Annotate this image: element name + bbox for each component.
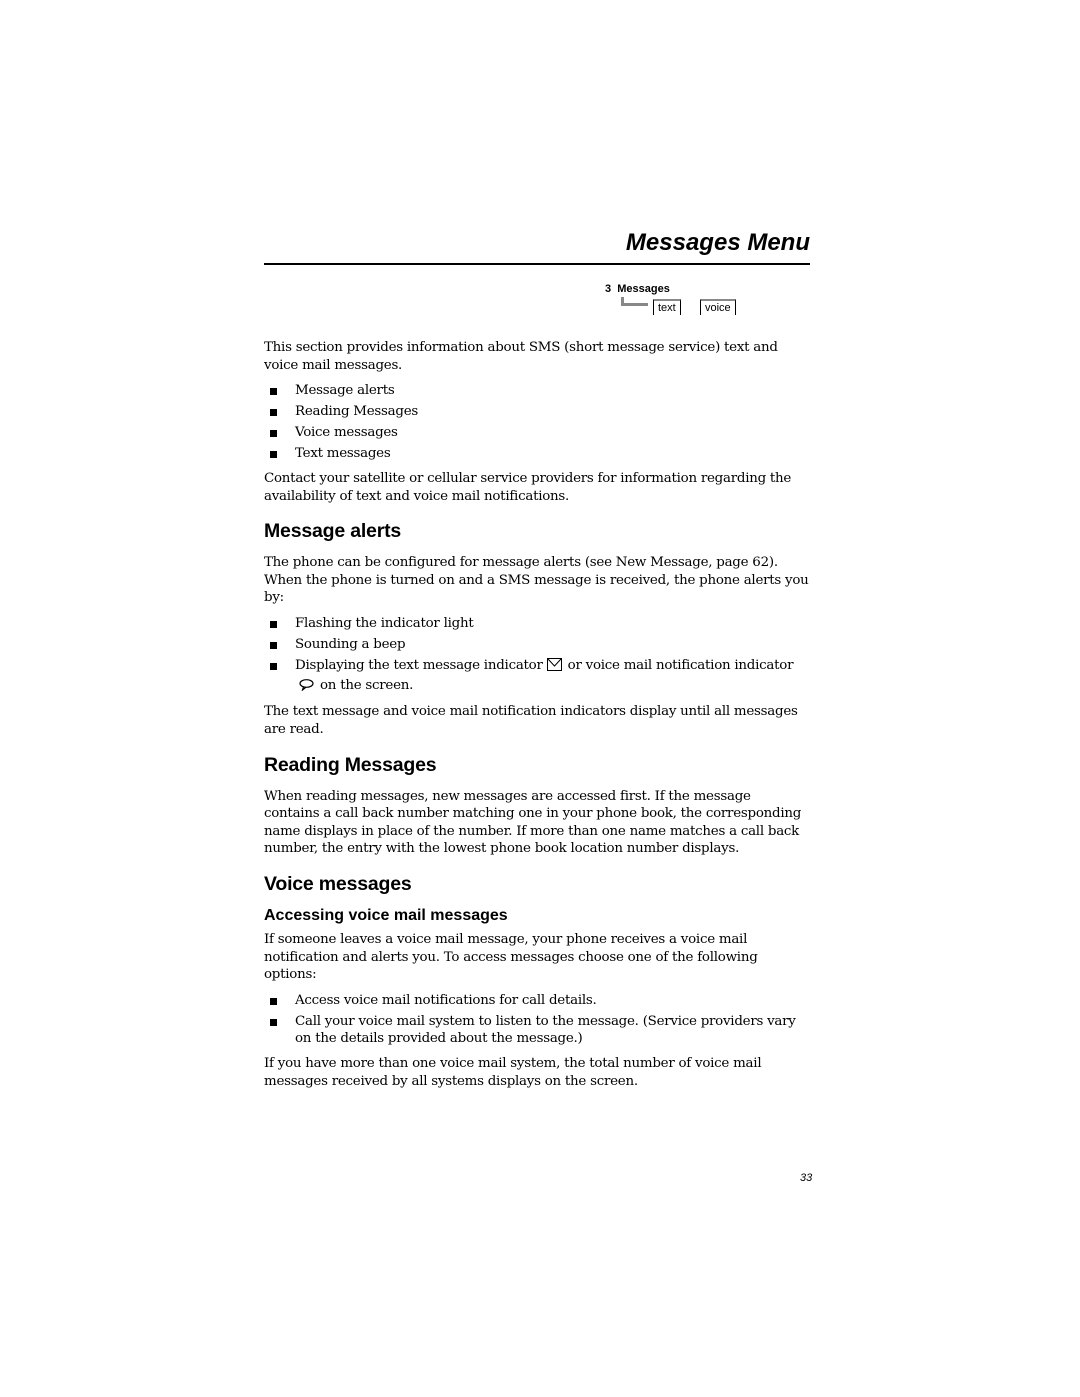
bullet-icon [270,388,277,396]
bullet-icon [270,1018,277,1026]
list-item: Voice messages [264,424,810,442]
list-item: Access voice mail notifications for call… [264,992,810,1010]
list-item: Text messages [264,445,810,463]
voice-options-list: Access voice mail notifications for call… [264,992,810,1048]
list-item-text: Text messages [295,446,391,462]
menu-name: Messages [617,283,670,295]
list-item-text: Call your voice mail system to listen to… [295,1013,796,1047]
intro-topic-list: Message alerts Reading Messages Voice me… [264,382,810,463]
list-item-text: Message alerts [295,383,395,399]
contact-note: Contact your satellite or cellular servi… [264,471,792,504]
menu-map-label: 3 Messages [605,283,670,295]
list-item-text: Sounding a beep [295,637,406,653]
heading-accessing-voice-mail: Accessing voice mail messages [264,906,508,924]
heading-message-alerts: Message alerts [264,520,402,543]
bullet-icon [270,997,277,1005]
voice-messages-paragraph: If someone leaves a voice mail message, … [264,931,758,983]
chapter-title: Messages Menu [625,229,810,256]
content: This section provides information about … [264,339,810,1098]
list-item-text: or voice mail notification indicator [567,658,794,674]
indicators-note: The text message and voice mail notifica… [264,704,798,737]
list-item-text: on the screen. [320,677,414,693]
heading-reading-messages: Reading Messages [264,753,437,776]
envelope-icon [546,658,562,677]
list-item-text: Access voice mail notifications for call… [295,992,597,1008]
list-item: Flashing the indicator light [264,615,810,633]
page-number: 33 [800,1172,813,1184]
reading-messages-paragraph: When reading messages, new messages are … [264,788,802,857]
list-item: Message alerts [264,382,810,400]
message-alerts-paragraph: The phone can be configured for message … [264,555,809,606]
menu-number: 3 [605,283,612,295]
list-item-text: Displaying the text message indicator [295,658,543,674]
speech-bubble-icon [299,678,314,697]
list-item: Displaying the text message indicator or … [264,657,810,696]
list-item-text: Flashing the indicator light [295,616,474,632]
menu-map: 3 Messages text voice [605,283,755,319]
heading-voice-messages: Voice messages [264,872,412,895]
list-item: Sounding a beep [264,636,810,654]
intro-paragraph: This section provides information about … [264,340,778,373]
list-item-text: Reading Messages [295,404,419,420]
list-item: Reading Messages [264,403,810,421]
bullet-icon [270,409,277,417]
title-rule [264,263,810,265]
list-item-text: Voice messages [295,425,398,441]
softkey-voice: voice [700,299,736,315]
bullet-icon [270,663,277,671]
bullet-icon [270,621,277,629]
softkey-text: text [653,299,681,315]
bullet-icon [270,430,277,438]
multiple-systems-note: If you have more than one voice mail sys… [264,1056,762,1089]
bullet-icon [270,642,277,650]
menu-tree-connector-icon [621,297,648,306]
bullet-icon [270,451,277,459]
list-item: Call your voice mail system to listen to… [264,1013,810,1048]
alert-methods-list: Flashing the indicator light Sounding a … [264,615,810,696]
